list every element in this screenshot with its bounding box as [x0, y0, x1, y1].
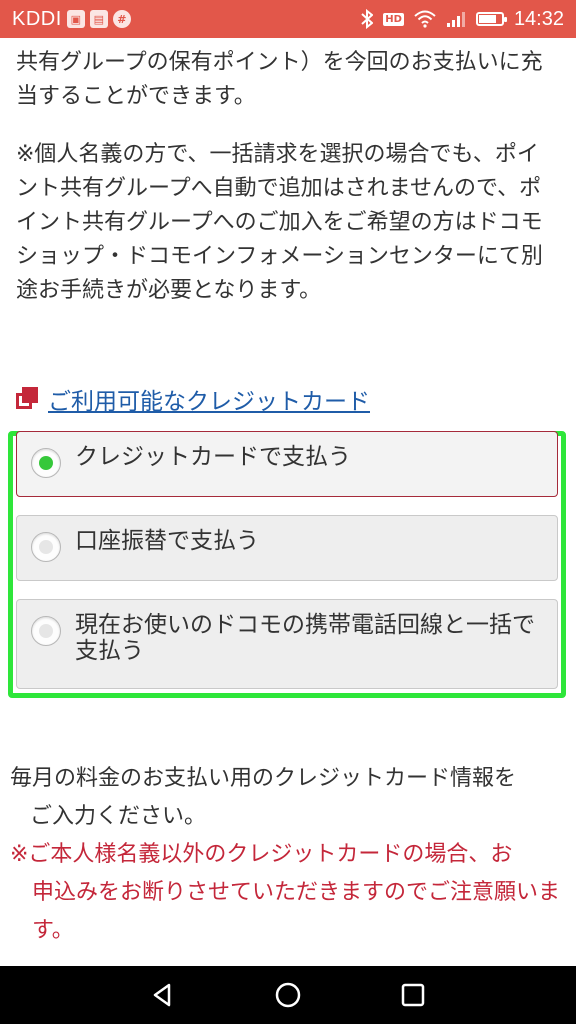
- payment-option-credit-card[interactable]: クレジットカードで支払う: [16, 431, 558, 497]
- credit-card-link-text[interactable]: ご利用可能なクレジットカード: [48, 382, 370, 416]
- home-icon[interactable]: [268, 975, 308, 1015]
- points-description: 共有グループの保有ポイント）を今回のお支払いに充当することができます。: [16, 50, 543, 109]
- instruction-line-2: ご入力ください。: [30, 804, 207, 829]
- battery-icon: [475, 12, 507, 26]
- payment-option-label: クレジットカードで支払う: [75, 444, 351, 470]
- radio-unselected-icon[interactable]: [31, 532, 61, 562]
- carrier-label: KDDI: [12, 7, 62, 30]
- external-window-icon: [16, 387, 40, 411]
- payment-option-label: 現在お使いのドコモの携帯電話回線と一括で支払う: [75, 612, 535, 664]
- page-content: 共有グループの保有ポイント）を今回のお支払いに充当することができます。 ※個人名…: [0, 38, 576, 966]
- status-right: HD 14:32: [361, 8, 564, 31]
- sim-icon: ▤: [89, 10, 108, 28]
- navigation-bar: [0, 966, 576, 1024]
- bluetooth-icon: [361, 9, 374, 29]
- wifi-icon: [414, 10, 436, 28]
- radio-selected-icon[interactable]: [31, 448, 61, 478]
- payment-option-combined-billing[interactable]: 現在お使いのドコモの携帯電話回線と一括で支払う: [16, 599, 558, 689]
- recents-icon[interactable]: [393, 975, 433, 1015]
- credit-card-instruction: 毎月の料金のお支払い用のクレジットカード情報を ご入力ください。: [10, 760, 570, 836]
- signal-icon: [446, 12, 465, 27]
- status-bar: KDDI ▣ ▤ # HD 14:32: [0, 0, 576, 38]
- warning-line-1: ※ご本人様名義以外のクレジットカードの場合、お: [10, 842, 513, 867]
- payment-option-bank-transfer[interactable]: 口座振替で支払う: [16, 515, 558, 581]
- name-warning: ※ご本人様名義以外のクレジットカードの場合、お 申込みをお断りさせていただきます…: [10, 836, 570, 950]
- personal-name-note: ※個人名義の方で、一括請求を選択の場合でも、ポイント共有グループへ自動で追加はさ…: [16, 142, 543, 303]
- credit-card-link[interactable]: ご利用可能なクレジットカード: [16, 382, 370, 416]
- instruction-line-1: 毎月の料金のお支払い用のクレジットカード情報を: [10, 766, 517, 791]
- hd-voice-icon: HD: [383, 12, 404, 26]
- warning-line-2: 申込みをお断りさせていただきますのでご注意願います。: [32, 880, 561, 943]
- payment-option-label: 口座振替で支払う: [75, 528, 259, 554]
- status-left: KDDI ▣ ▤ #: [12, 8, 131, 31]
- notification-icon: ▣: [66, 10, 85, 28]
- back-icon[interactable]: [143, 975, 183, 1015]
- payment-method-group: クレジットカードで支払う 口座振替で支払う 現在お使いのドコモの携帯電話回線と一…: [8, 431, 566, 698]
- radio-unselected-icon[interactable]: [31, 616, 61, 646]
- clock: 14:32: [513, 7, 564, 30]
- slack-icon: #: [112, 10, 131, 28]
